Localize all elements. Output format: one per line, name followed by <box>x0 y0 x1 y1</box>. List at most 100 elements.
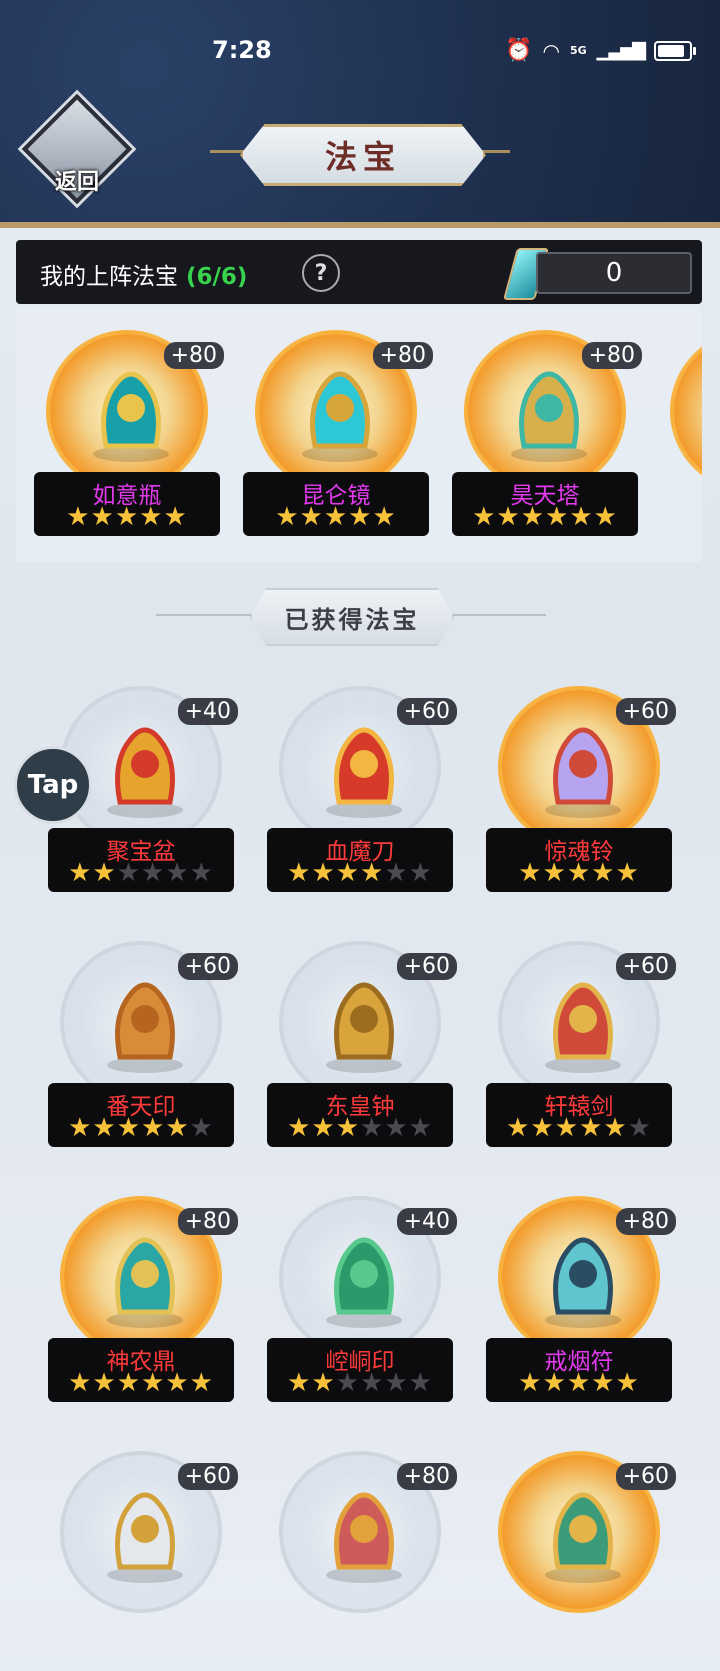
star-filled-icon: ★ <box>68 1368 93 1398</box>
treasure-card[interactable]: +80 戒烟符 ★★★★★ <box>486 1186 676 1416</box>
title-bar: 法宝 <box>190 120 530 186</box>
star-empty-icon: ★ <box>408 1368 433 1398</box>
star-filled-icon: ★ <box>139 502 164 532</box>
name-plate: 戒烟符 ★★★★★ <box>486 1338 672 1402</box>
star-filled-icon: ★ <box>189 1368 214 1398</box>
star-empty-icon: ★ <box>384 858 409 888</box>
treasure-card[interactable]: +80 昆仑镜 ★★★★★ <box>243 320 433 550</box>
star-filled-icon: ★ <box>92 858 117 888</box>
star-rating: ★★★★★ <box>243 502 429 532</box>
star-filled-icon: ★ <box>116 1113 141 1143</box>
name-plate: 昊天塔 ★★★★★★ <box>452 472 638 536</box>
star-filled-icon: ★ <box>287 1113 312 1143</box>
treasure-card[interactable]: +80 神农鼎 ★★★★★★ <box>48 1186 238 1416</box>
wifi-icon: ◠ <box>542 38 560 63</box>
tap-button[interactable]: Tap <box>14 746 92 824</box>
star-empty-icon: ★ <box>627 1113 652 1143</box>
treasure-card[interactable]: +60 东皇钟 ★★★★★★ <box>267 931 457 1161</box>
star-empty-icon: ★ <box>408 858 433 888</box>
star-filled-icon: ★ <box>360 858 385 888</box>
star-empty-icon: ★ <box>165 858 190 888</box>
treasure-card[interactable]: +60 番天印 ★★★★★★ <box>48 931 238 1161</box>
section-divider-right <box>446 614 546 616</box>
star-rating: ★★★★★★ <box>48 1368 234 1398</box>
section-title-plate: 已获得法宝 <box>250 588 454 646</box>
treasure-card[interactable]: +60 血魔刀 ★★★★★★ <box>267 676 457 906</box>
star-filled-icon: ★ <box>566 858 592 888</box>
name-plate: 聚宝盆 ★★★★★★ <box>48 828 234 892</box>
name-plate: 惊魂铃 ★★★★★ <box>486 828 672 892</box>
treasure-card[interactable]: +60 轩辕剑 ★★★★★★ <box>486 931 676 1161</box>
star-filled-icon: ★ <box>496 502 521 532</box>
star-filled-icon: ★ <box>163 502 188 532</box>
name-plate: 血魔刀 ★★★★★★ <box>267 828 453 892</box>
treasure-card[interactable]: +80 <box>267 1441 457 1671</box>
star-filled-icon: ★ <box>530 1113 555 1143</box>
star-filled-icon: ★ <box>116 1368 141 1398</box>
bonus-badge: +80 <box>163 342 224 369</box>
section-title: 已获得法宝 <box>284 604 420 634</box>
bonus-badge: +80 <box>581 342 642 369</box>
star-filled-icon: ★ <box>66 502 91 532</box>
name-plate: 东皇钟 ★★★★★★ <box>267 1083 453 1147</box>
star-filled-icon: ★ <box>299 502 324 532</box>
star-filled-icon: ★ <box>165 1113 190 1143</box>
title-plate: 法宝 <box>240 124 486 186</box>
star-filled-icon: ★ <box>335 858 360 888</box>
help-button[interactable]: ? <box>302 254 340 292</box>
star-filled-icon: ★ <box>554 1113 579 1143</box>
star-filled-icon: ★ <box>92 1113 117 1143</box>
star-filled-icon: ★ <box>275 502 300 532</box>
bonus-badge: +40 <box>396 1208 457 1235</box>
treasure-card[interactable]: +80 如意瓶 ★★★★★ <box>34 320 224 550</box>
equipped-row[interactable]: +80 如意瓶 ★★★★★ +80 昆仑镜 ★★★★★ +80 昊天塔 ★★★★★★ <box>16 306 702 562</box>
star-rating: ★★★★★ <box>486 1368 672 1398</box>
bonus-badge: +60 <box>396 698 457 725</box>
glow-ring <box>670 330 702 492</box>
currency-value: 0 <box>536 252 692 294</box>
signal-icon: ▁▃▅▇ <box>596 40 646 61</box>
page-title: 法宝 <box>324 138 401 176</box>
star-empty-icon: ★ <box>408 1113 433 1143</box>
star-rating: ★★★★★★ <box>267 1368 453 1398</box>
bonus-badge: +40 <box>177 698 238 725</box>
name-plate: 轩辕剑 ★★★★★★ <box>486 1083 672 1147</box>
bonus-badge: +60 <box>615 698 676 725</box>
star-empty-icon: ★ <box>360 1368 385 1398</box>
star-filled-icon: ★ <box>542 1368 567 1398</box>
bonus-badge: +60 <box>615 1463 676 1490</box>
bonus-badge: +80 <box>177 1208 238 1235</box>
star-empty-icon: ★ <box>189 858 214 888</box>
star-rating: ★★★★★★ <box>267 1113 453 1143</box>
bonus-badge: +60 <box>177 953 238 980</box>
equipped-count: (6/6) <box>186 264 248 290</box>
star-filled-icon: ★ <box>68 1113 93 1143</box>
star-empty-icon: ★ <box>335 1368 360 1398</box>
equipped-label: 我的上阵法宝 (6/6) <box>40 257 247 291</box>
treasure-card[interactable]: +60 惊魂铃 ★★★★★ <box>486 676 676 906</box>
treasure-card[interactable]: +80 昊天塔 ★★★★★★ <box>452 320 642 550</box>
star-filled-icon: ★ <box>348 502 373 532</box>
name-plate: 崆峒印 ★★★★★★ <box>267 1338 453 1402</box>
star-filled-icon: ★ <box>591 1368 616 1398</box>
treasure-card[interactable]: +60 <box>486 1441 676 1671</box>
star-filled-icon: ★ <box>542 858 567 888</box>
status-icons: ⏰ ◠ 5G ▁▃▅▇ <box>505 38 696 63</box>
treasure-card[interactable]: +40 崆峒印 ★★★★★★ <box>267 1186 457 1416</box>
star-filled-icon: ★ <box>114 502 140 532</box>
bonus-badge: +60 <box>396 953 457 980</box>
treasure-card[interactable]: +60 <box>48 1441 238 1671</box>
back-button[interactable]: 返回 <box>21 93 133 205</box>
star-filled-icon: ★ <box>165 1368 190 1398</box>
battery-icon <box>654 40 696 61</box>
star-filled-icon: ★ <box>518 1368 543 1398</box>
star-filled-icon: ★ <box>90 502 115 532</box>
bonus-badge: +80 <box>615 1208 676 1235</box>
star-rating: ★★★★★★ <box>267 858 453 888</box>
star-filled-icon: ★ <box>372 502 397 532</box>
star-filled-icon: ★ <box>593 502 618 532</box>
star-empty-icon: ★ <box>360 1113 385 1143</box>
star-filled-icon: ★ <box>591 858 616 888</box>
star-filled-icon: ★ <box>518 858 543 888</box>
section-divider-left <box>156 614 256 616</box>
